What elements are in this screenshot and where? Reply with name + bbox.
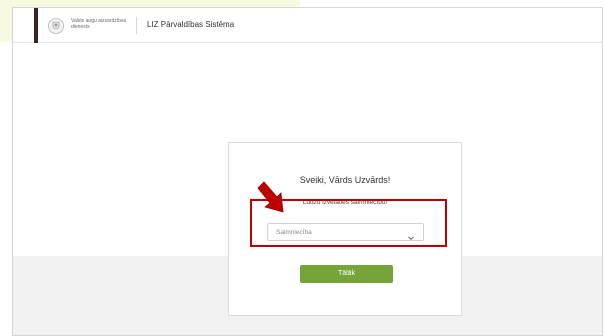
brand-strip <box>34 8 38 43</box>
coat-of-arms-icon <box>47 17 65 35</box>
browser-viewport: Valsts augu aizsardzības dienests LIZ Pā… <box>12 7 603 336</box>
app-title: LIZ Pārvaldības Sistēma <box>147 20 235 29</box>
app-header: Valsts augu aizsardzības dienests LIZ Pā… <box>13 8 602 43</box>
header-divider <box>136 17 137 34</box>
org-name: Valsts augu aizsardzības dienests <box>71 18 127 30</box>
arrow-pointer-icon <box>256 180 286 214</box>
next-button[interactable]: Tālāk <box>300 265 393 283</box>
